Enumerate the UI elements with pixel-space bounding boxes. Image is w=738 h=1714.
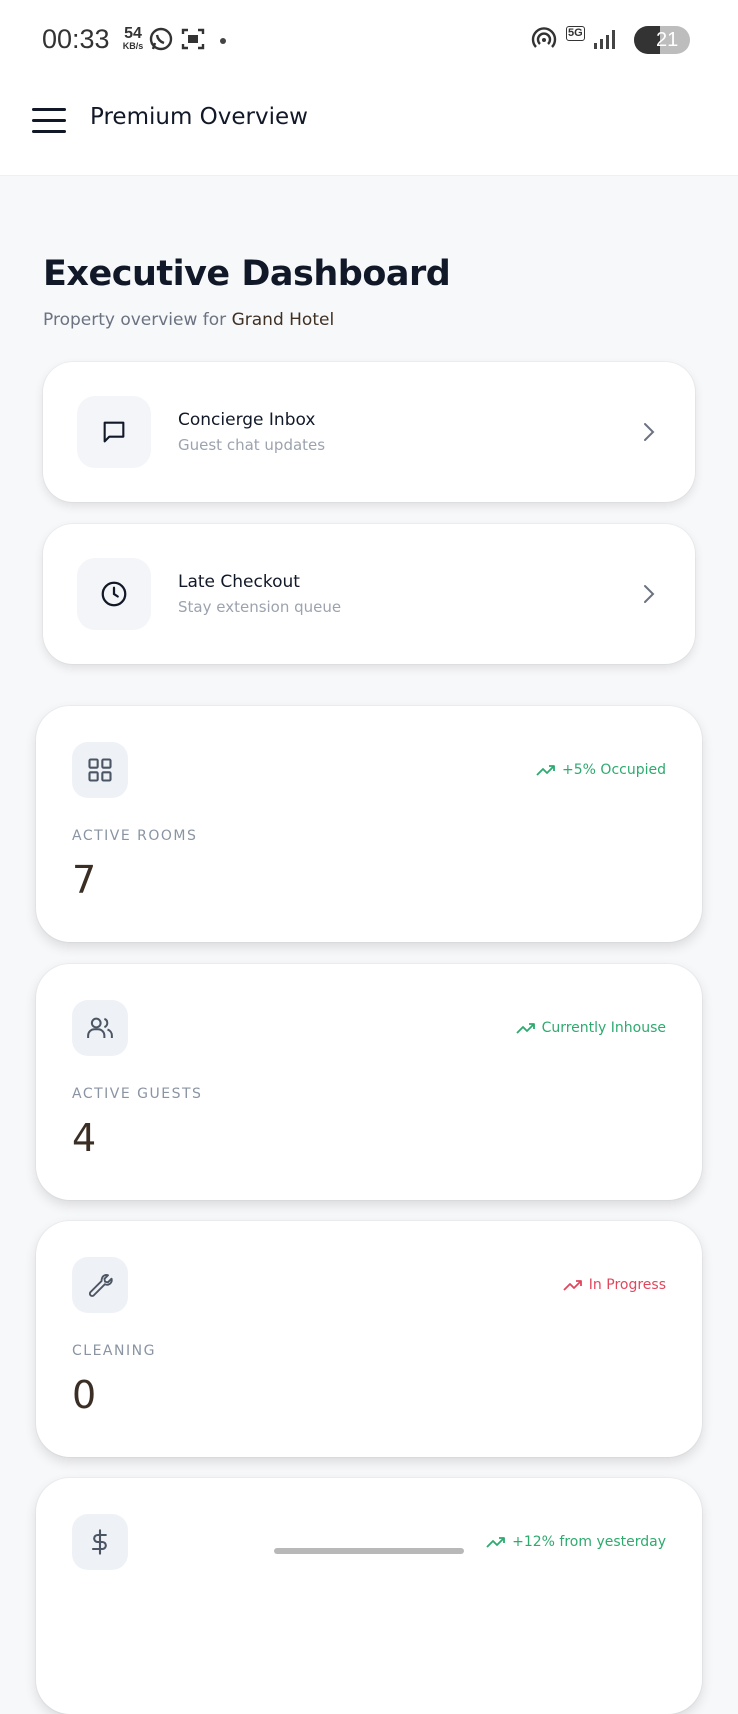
network-type-badge: 5G <box>566 26 585 41</box>
whatsapp-icon <box>149 27 173 51</box>
trending-up-icon <box>515 1023 535 1034</box>
signal-icon <box>594 30 615 49</box>
trend-badge: Currently Inhouse <box>515 1020 666 1036</box>
battery-indicator: 21 <box>634 26 690 54</box>
stat-value: 0 <box>72 1373 97 1417</box>
app-bar: Premium Overview <box>0 80 738 176</box>
status-time: 00:33 <box>42 24 110 54</box>
active-rooms-card[interactable]: +5% Occupied ACTIVE ROOMS 7 <box>36 706 702 942</box>
hotel-name: Grand Hotel <box>231 310 335 330</box>
concierge-inbox-card[interactable]: Concierge Inbox Guest chat updates <box>43 362 695 502</box>
hotspot-icon <box>531 27 557 48</box>
active-guests-card[interactable]: Currently Inhouse ACTIVE GUESTS 4 <box>36 964 702 1200</box>
trending-up-icon <box>563 1280 582 1291</box>
page-title: Executive Dashboard <box>43 254 451 294</box>
page-subtitle: Property overview for Grand Hotel <box>43 310 335 330</box>
status-bar: 00:33 54 KB/s 5G 21 <box>0 0 738 80</box>
card-subtitle: Stay extension queue <box>178 598 342 616</box>
stat-label: ACTIVE ROOMS <box>72 828 198 844</box>
trending-up-icon <box>486 1537 506 1548</box>
trend-badge: +5% Occupied <box>536 762 666 778</box>
revenue-card[interactable]: +12% from yesterday <box>36 1478 702 1714</box>
trend-badge: In Progress <box>563 1277 666 1293</box>
users-icon <box>87 1017 113 1038</box>
card-title: Concierge Inbox <box>178 410 316 430</box>
cleaning-card[interactable]: In Progress CLEANING 0 <box>36 1221 702 1457</box>
grid-icon <box>88 758 112 782</box>
card-title: Late Checkout <box>178 572 300 592</box>
home-indicator[interactable] <box>274 1548 464 1554</box>
stat-value: 7 <box>72 858 97 902</box>
stat-value: 4 <box>72 1116 97 1160</box>
late-checkout-card[interactable]: Late Checkout Stay extension queue <box>43 524 695 664</box>
chevron-right-icon <box>644 585 655 603</box>
network-speed: 54 KB/s <box>122 25 144 51</box>
dollar-icon <box>91 1529 107 1555</box>
clock-icon <box>101 581 127 607</box>
app-bar-title: Premium Overview <box>90 104 308 130</box>
trending-up-icon <box>536 765 555 776</box>
wrench-icon <box>88 1274 113 1297</box>
screenshot-icon <box>181 28 205 50</box>
stat-label: ACTIVE GUESTS <box>72 1086 203 1102</box>
chat-bubble-icon <box>103 421 125 443</box>
trend-badge: +12% from yesterday <box>486 1534 666 1550</box>
card-subtitle: Guest chat updates <box>178 436 326 454</box>
hamburger-menu-icon[interactable] <box>32 108 66 134</box>
notification-dot-icon <box>220 38 226 44</box>
chevron-right-icon <box>644 423 655 441</box>
stat-label: CLEANING <box>72 1343 156 1359</box>
